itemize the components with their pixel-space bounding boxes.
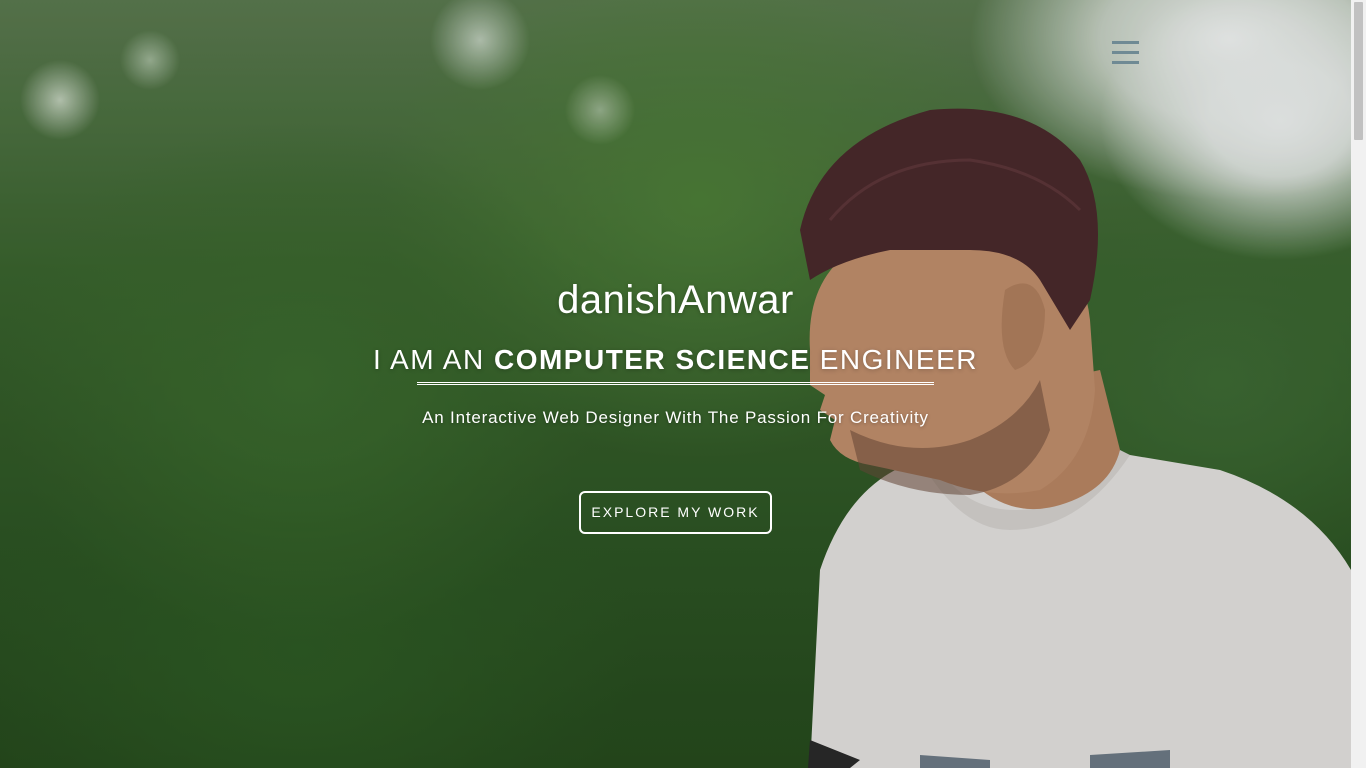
hero-title-bold: COMPUTER SCIENCE	[493, 344, 811, 375]
page: danishAnwar I AM AN COMPUTER SCIENCE ENG…	[0, 0, 1366, 768]
scrollbar-thumb[interactable]	[1354, 2, 1363, 140]
explore-my-work-button[interactable]: EXPLORE MY WORK	[579, 491, 772, 534]
hamburger-menu-icon[interactable]	[1108, 36, 1142, 70]
hero-content: danishAnwar I AM AN COMPUTER SCIENCE ENG…	[0, 0, 1351, 768]
hero-title-suffix: ENGINEER	[810, 344, 978, 375]
menu-bar-top	[1112, 41, 1139, 44]
vertical-scrollbar[interactable]	[1351, 0, 1366, 768]
hero-title: I AM AN COMPUTER SCIENCE ENGINEER	[0, 344, 1351, 376]
hero-title-prefix: I AM AN	[373, 344, 494, 375]
hero-divider	[417, 382, 934, 385]
menu-bar-middle	[1112, 51, 1139, 54]
menu-bar-bottom	[1112, 61, 1139, 64]
hero-tagline: An Interactive Web Designer With The Pas…	[422, 408, 929, 427]
hero-name: danishAnwar	[557, 278, 794, 322]
